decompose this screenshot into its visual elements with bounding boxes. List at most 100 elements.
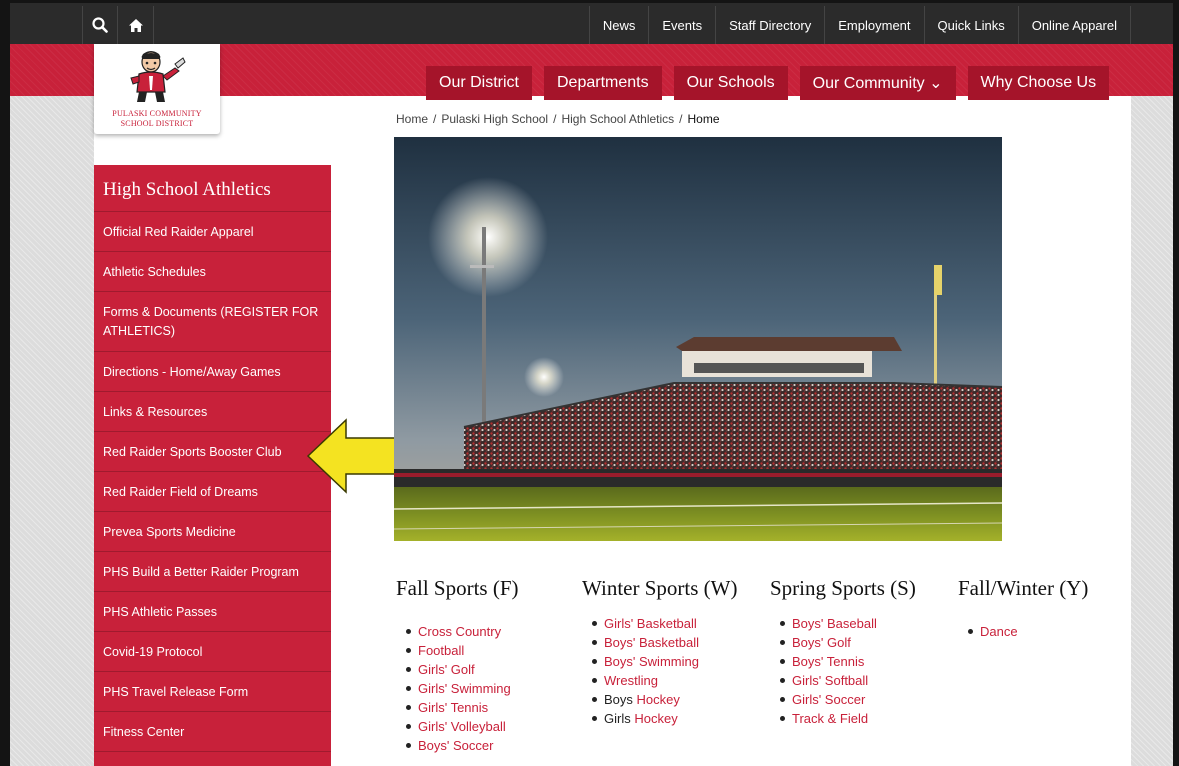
winter-sports-title: Winter Sports (W): [582, 576, 738, 600]
list-item[interactable]: Girls' Softball: [770, 671, 920, 690]
window-frame-right: [1173, 0, 1179, 766]
topnav-staff-directory[interactable]: Staff Directory: [715, 6, 824, 44]
sport-link[interactable]: Girls' Swimming: [418, 681, 511, 696]
list-item[interactable]: Track & Field: [770, 709, 920, 728]
fall-sports-list: Cross Country Football Girls' Golf Girls…: [396, 622, 519, 755]
breadcrumb: Home / Pulaski High School / High School Ath…: [396, 112, 720, 126]
sidebar-item-field-of-dreams[interactable]: Red Raider Field of Dreams: [94, 472, 331, 512]
home-icon[interactable]: [118, 6, 154, 44]
list-item[interactable]: Girls Hockey: [582, 709, 752, 728]
sidebar-item-travel-release-form[interactable]: PHS Travel Release Form: [94, 672, 331, 712]
mascot-logo-icon: [130, 51, 186, 102]
list-item[interactable]: Boys' Swimming: [582, 652, 752, 671]
sport-link[interactable]: Dance: [980, 624, 1018, 639]
sidebar-item-prevea-sports-medicine[interactable]: Prevea Sports Medicine: [94, 512, 331, 552]
fallwinter-sports-section: Fall/Winter (Y) Dance: [958, 577, 1088, 641]
fall-sports-section: Fall Sports (F) Cross Country Football G…: [396, 577, 519, 755]
fall-sports-title: Fall Sports (F): [396, 576, 519, 600]
nav-departments[interactable]: Departments: [544, 66, 662, 100]
spring-sports-title: Spring Sports (S): [770, 576, 916, 600]
list-item[interactable]: Boys' Baseball: [770, 614, 920, 633]
breadcrumb-current: Home: [687, 112, 720, 126]
list-item[interactable]: Boys' Golf: [770, 633, 920, 652]
list-item[interactable]: Girls' Tennis: [396, 698, 519, 717]
breadcrumb-pulaski-high-school[interactable]: Pulaski High School: [441, 112, 548, 126]
sport-link[interactable]: Boys' Tennis: [792, 654, 864, 669]
sidebar-item-athletic-passes[interactable]: PHS Athletic Passes: [94, 592, 331, 632]
sidebar-item-covid-protocol[interactable]: Covid-19 Protocol: [94, 632, 331, 672]
sport-link[interactable]: Boys' Swimming: [604, 654, 699, 669]
sidebar-item-forms-documents[interactable]: Forms & Documents (REGISTER FOR ATHLETIC…: [94, 292, 331, 352]
search-icon[interactable]: [82, 6, 118, 44]
sidebar-nav: High School Athletics Official Red Raide…: [94, 165, 331, 766]
sport-link[interactable]: Hockey: [637, 692, 680, 707]
nav-our-district[interactable]: Our District: [426, 66, 532, 100]
spring-sports-list: Boys' Baseball Boys' Golf Boys' Tennis G…: [770, 614, 920, 728]
sport-link[interactable]: Girls' Golf: [418, 662, 475, 677]
sidebar-item-official-apparel[interactable]: Official Red Raider Apparel: [94, 212, 331, 252]
sidebar-item-build-better-raider[interactable]: PHS Build a Better Raider Program: [94, 552, 331, 592]
winter-sports-list: Girls' Basketball Boys' Basketball Boys'…: [582, 614, 752, 728]
breadcrumb-home[interactable]: Home: [396, 112, 428, 126]
logo-line1: PULASKI COMMUNITY: [112, 109, 202, 118]
sport-link[interactable]: Wrestling: [604, 673, 658, 688]
topnav-news[interactable]: News: [588, 6, 649, 44]
sidebar-title[interactable]: High School Athletics: [94, 165, 331, 212]
fallwinter-sports-list: Dance: [958, 622, 1088, 641]
list-item[interactable]: Girls' Volleyball: [396, 717, 519, 736]
list-item[interactable]: Boys Hockey: [582, 690, 752, 709]
list-item[interactable]: Girls' Swimming: [396, 679, 519, 698]
sidebar-item-website-tickets[interactable]: School Website Tickets: [94, 752, 331, 766]
sport-link[interactable]: Boys' Basketball: [604, 635, 699, 650]
list-item[interactable]: Wrestling: [582, 671, 752, 690]
main-nav: Our District Departments Our Schools Our…: [426, 66, 1121, 100]
sidebar-item-athletic-schedules[interactable]: Athletic Schedules: [94, 252, 331, 292]
list-item[interactable]: Girls' Soccer: [770, 690, 920, 709]
nav-why-choose-us[interactable]: Why Choose Us: [967, 66, 1110, 100]
stadium-photo: [394, 137, 1002, 541]
sport-link[interactable]: Boys' Baseball: [792, 616, 877, 631]
sidebar-item-directions[interactable]: Directions - Home/Away Games: [94, 352, 331, 392]
sport-link[interactable]: Girls' Softball: [792, 673, 868, 688]
list-item[interactable]: Girls' Golf: [396, 660, 519, 679]
sport-link[interactable]: Boys' Soccer: [418, 738, 493, 753]
sidebar-item-links-resources[interactable]: Links & Resources: [94, 392, 331, 432]
sport-link[interactable]: Girls' Basketball: [604, 616, 697, 631]
sport-link[interactable]: Track & Field: [792, 711, 868, 726]
window-frame-left: [0, 0, 10, 766]
sport-link[interactable]: Hockey: [634, 711, 677, 726]
breadcrumb-high-school-athletics[interactable]: High School Athletics: [561, 112, 674, 126]
sport-prefix: Boys: [604, 692, 637, 707]
list-item[interactable]: Boys' Basketball: [582, 633, 752, 652]
breadcrumb-separator: /: [553, 112, 557, 126]
list-item[interactable]: Girls' Basketball: [582, 614, 752, 633]
breadcrumb-separator: /: [679, 112, 683, 126]
list-item[interactable]: Dance: [958, 622, 1088, 641]
sport-link[interactable]: Girls' Tennis: [418, 700, 488, 715]
topnav-employment[interactable]: Employment: [824, 6, 923, 44]
list-item[interactable]: Boys' Tennis: [770, 652, 920, 671]
topnav-events[interactable]: Events: [648, 6, 715, 44]
sidebar-item-booster-club[interactable]: Red Raider Sports Booster Club: [94, 432, 331, 472]
sport-link[interactable]: Football: [418, 643, 464, 658]
district-logo[interactable]: PULASKI COMMUNITY SCHOOL DISTRICT: [94, 44, 220, 134]
sidebar-item-fitness-center[interactable]: Fitness Center: [94, 712, 331, 752]
sport-link[interactable]: Boys' Golf: [792, 635, 851, 650]
list-item[interactable]: Cross Country: [396, 622, 519, 641]
sport-link[interactable]: Girls' Volleyball: [418, 719, 506, 734]
topnav-online-apparel[interactable]: Online Apparel: [1017, 6, 1131, 44]
logo-line2: SCHOOL DISTRICT: [120, 119, 194, 128]
nav-our-schools[interactable]: Our Schools: [673, 66, 788, 100]
list-item[interactable]: Boys' Soccer: [396, 736, 519, 755]
utility-nav: News Events Staff Directory Employment Q…: [588, 6, 1131, 44]
breadcrumb-separator: /: [433, 112, 437, 126]
sport-link[interactable]: Girls' Soccer: [792, 692, 865, 707]
sport-prefix: Girls: [604, 711, 635, 726]
nav-our-community[interactable]: Our Community ⌄: [799, 66, 956, 100]
fallwinter-sports-title: Fall/Winter (Y): [958, 576, 1089, 600]
utility-bar: News Events Staff Directory Employment Q…: [10, 0, 1173, 44]
sport-link[interactable]: Cross Country: [418, 624, 501, 639]
spring-sports-section: Spring Sports (S) Boys' Baseball Boys' G…: [770, 577, 920, 728]
topnav-quick-links[interactable]: Quick Links: [923, 6, 1018, 44]
list-item[interactable]: Football: [396, 641, 519, 660]
